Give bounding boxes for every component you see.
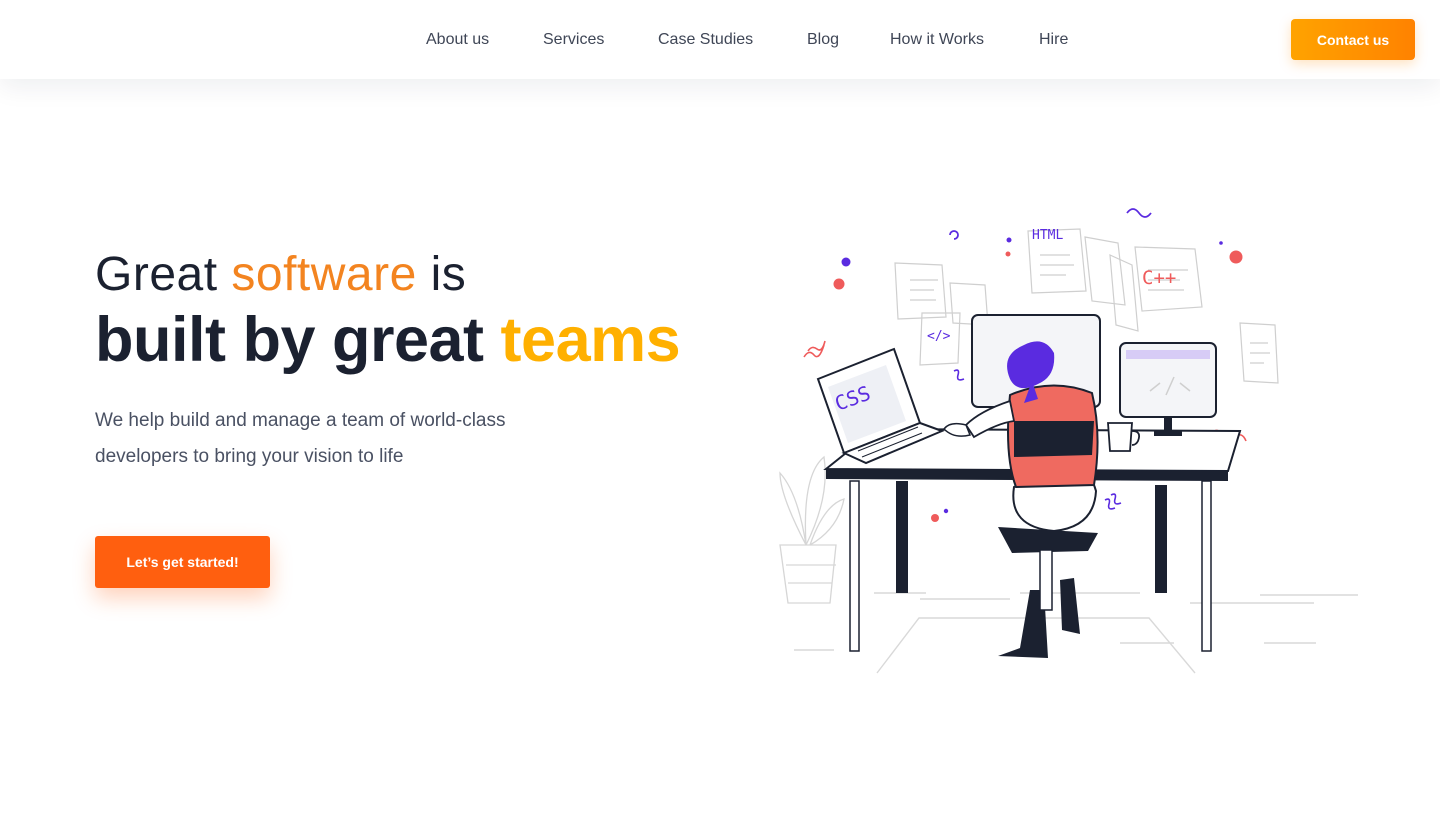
top-navbar: About us Services Case Studies Blog How … [0, 0, 1440, 79]
hero-title2-part1: built by great [95, 305, 501, 375]
cpp-label: C++ [1142, 267, 1176, 289]
contact-us-button[interactable]: Contact us [1291, 19, 1415, 60]
code-tag-label: </> [927, 329, 951, 344]
hero-title-part1: Great [95, 248, 232, 301]
nav-services[interactable]: Services [543, 29, 604, 51]
hero-subtitle: We help build and manage a team of world… [95, 410, 506, 467]
hero-title-line1: Great software is [95, 246, 466, 304]
nav-about-us[interactable]: About us [426, 29, 489, 51]
get-started-button[interactable]: Let’s get started! [95, 536, 270, 588]
hero-title-line2: built by great teams [95, 302, 681, 378]
nav-hire[interactable]: Hire [1039, 29, 1068, 51]
main-nav: About us Services Case Studies Blog How … [0, 29, 1440, 51]
developer-illustration: HTML C++ </> CSS [779, 208, 1358, 674]
nav-case-studies[interactable]: Case Studies [658, 29, 753, 51]
hero-title-highlight-software: software [231, 248, 417, 301]
nav-blog[interactable]: Blog [807, 29, 839, 51]
html-label: HTML [1032, 228, 1063, 243]
hero-title-highlight-teams: teams [500, 305, 681, 375]
hero-title-part2: is [416, 248, 467, 301]
nav-how-it-works[interactable]: How it Works [890, 29, 984, 51]
